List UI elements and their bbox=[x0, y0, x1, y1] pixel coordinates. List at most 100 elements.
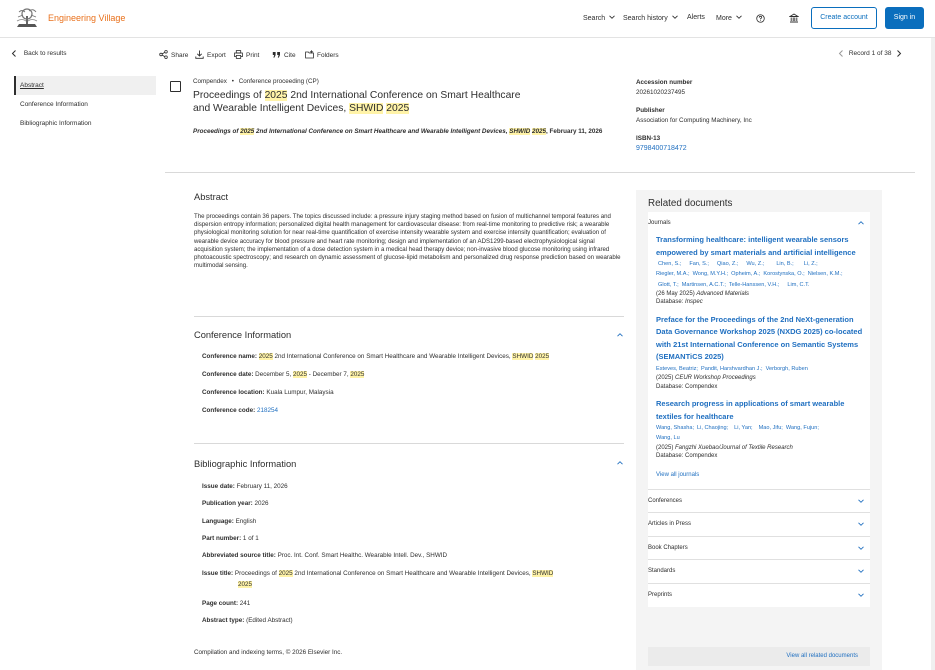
author-link[interactable]: Wang, Shasha; bbox=[656, 425, 694, 431]
record-title: Proceedings of 2025 2nd International Co… bbox=[193, 89, 523, 115]
field-indent bbox=[202, 581, 238, 588]
abstract-type-label: Abstract type: bbox=[202, 617, 245, 624]
author-link[interactable]: Verborgh, Ruben bbox=[766, 366, 808, 372]
accordion-label: Book Chapters bbox=[648, 544, 688, 551]
author-link[interactable]: Glott, T.; bbox=[658, 282, 679, 288]
related-document-title[interactable]: Preface for the Proceedings of the 2nd N… bbox=[656, 314, 864, 364]
nav-alerts[interactable]: Alerts bbox=[687, 14, 705, 21]
section-divider bbox=[194, 316, 624, 317]
accordion-preprints[interactable]: Preprints bbox=[648, 584, 870, 608]
share-label: Share bbox=[171, 52, 189, 59]
brand-name[interactable]: Engineering Village bbox=[48, 13, 125, 23]
chevron-right-icon[interactable] bbox=[896, 50, 902, 57]
author-link[interactable]: Li, Chaojing; bbox=[697, 425, 728, 431]
author-link[interactable]: Chen, S.; bbox=[658, 261, 681, 267]
author-link[interactable]: Wu, Z.; bbox=[746, 261, 764, 267]
page-count: Page count: 241 bbox=[202, 598, 622, 609]
related-document-title[interactable]: Research progress in applications of sma… bbox=[656, 398, 864, 423]
chevron-up-icon[interactable] bbox=[617, 332, 623, 338]
author-link[interactable]: Opheim, A.; bbox=[731, 271, 760, 277]
title-highlight: 2025 bbox=[264, 90, 288, 101]
chevron-up-icon[interactable] bbox=[617, 460, 623, 466]
view-all-journals-link[interactable]: View all journals bbox=[648, 468, 870, 490]
language: Language: English bbox=[202, 516, 622, 527]
author-link[interactable]: Li, Yan; bbox=[734, 425, 752, 431]
conference-code-link[interactable]: 218254 bbox=[257, 407, 278, 414]
create-account-button[interactable]: Create account bbox=[811, 7, 877, 29]
section-nav-bibliographic-information[interactable]: Bibliographic Information bbox=[14, 114, 156, 133]
nav-search[interactable]: Search bbox=[583, 14, 615, 22]
author-link[interactable]: Wang, Fujun; bbox=[786, 425, 819, 431]
download-icon bbox=[195, 50, 204, 59]
chevron-down-icon bbox=[858, 522, 864, 527]
accordion-book-chapters[interactable]: Book Chapters bbox=[648, 537, 870, 561]
author-link[interactable]: Qiao, Z.; bbox=[717, 261, 738, 267]
section-nav-conference-information[interactable]: Conference Information bbox=[14, 95, 156, 114]
related-document-title[interactable]: Transforming healthcare: intelligent wea… bbox=[656, 234, 864, 259]
folders-button[interactable]: Folders bbox=[305, 50, 339, 59]
author-link[interactable]: Riegler, M.A.; bbox=[656, 271, 690, 277]
help-icon[interactable] bbox=[756, 14, 765, 23]
author-link[interactable]: Wang, Lu bbox=[656, 435, 680, 441]
chevron-left-icon[interactable] bbox=[838, 50, 844, 57]
author-link[interactable]: Telle-Hanssen, V.H.; bbox=[729, 282, 779, 288]
field-highlight: 2025 bbox=[238, 581, 253, 588]
print-button[interactable]: Print bbox=[234, 50, 259, 59]
title-text: Proceedings of bbox=[193, 90, 265, 101]
related-document-authors: Wang, Shasha; Li, Chaojing; Li, Yan; Mao, J… bbox=[656, 423, 864, 444]
author-link[interactable]: Mao, Jifu; bbox=[759, 425, 783, 431]
database-name: Compendex bbox=[193, 78, 227, 85]
accordion-conferences[interactable]: Conferences bbox=[648, 490, 870, 514]
bibliographic-heading: Bibliographic Information bbox=[194, 459, 297, 469]
sign-in-button[interactable]: Sign in bbox=[885, 7, 924, 29]
author-link[interactable]: Martinsen, A.C.T.; bbox=[682, 282, 726, 288]
record-type-line: Compendex • Conference proceeding (CP) bbox=[193, 78, 319, 85]
related-documents-heading: Related documents bbox=[648, 198, 733, 209]
record-source: Proceedings of 2025 2nd International Co… bbox=[193, 126, 633, 137]
view-all-related-documents-link[interactable]: View all related documents bbox=[648, 647, 870, 666]
print-label: Print bbox=[246, 52, 260, 59]
export-button[interactable]: Export bbox=[195, 50, 226, 59]
accession-label: Accession number bbox=[636, 79, 693, 86]
author-link[interactable]: Korostynska, O.; bbox=[763, 271, 804, 277]
author-link[interactable]: Lim, C.T. bbox=[787, 282, 809, 288]
conference-name: Conference name: 2025 2nd International … bbox=[202, 351, 622, 362]
related-documents-list: Journals Transforming healthcare: intell… bbox=[648, 212, 870, 608]
author-link[interactable]: Fan, S.; bbox=[689, 261, 709, 267]
author-link[interactable]: Nielsen, K.M.; bbox=[808, 271, 843, 277]
share-button[interactable]: Share bbox=[159, 50, 188, 59]
author-link[interactable]: Lin, B.; bbox=[776, 261, 793, 267]
accordion-articles-in-press[interactable]: Articles in Press bbox=[648, 513, 870, 537]
author-link[interactable]: Wong, M.Y.H.; bbox=[693, 271, 729, 277]
source-highlight: 2025 bbox=[532, 128, 547, 135]
section-nav-abstract[interactable]: Abstract bbox=[14, 76, 156, 95]
field-highlight: 2025 bbox=[278, 570, 293, 577]
nav-search-history[interactable]: Search history bbox=[623, 14, 678, 22]
chevron-down-icon bbox=[858, 593, 864, 597]
nav-more[interactable]: More bbox=[716, 14, 742, 22]
author-link[interactable]: Esteves, Beatriz; bbox=[656, 366, 698, 372]
journals-accordion-header[interactable]: Journals bbox=[648, 212, 870, 234]
page-scrollbar[interactable] bbox=[931, 38, 935, 670]
accordion-label: Conferences bbox=[648, 497, 683, 504]
author-link[interactable]: Li, Z.; bbox=[804, 261, 818, 267]
cite-button[interactable]: Cite bbox=[272, 50, 296, 59]
elsevier-logo-icon[interactable] bbox=[14, 7, 40, 29]
conference-code: Conference code: 218254 bbox=[202, 405, 622, 416]
nav-more-label: More bbox=[716, 15, 732, 22]
author-link[interactable]: Pandit, Harshvardhan J.; bbox=[701, 366, 763, 372]
header-divider bbox=[165, 172, 915, 173]
source-text: Proceedings of bbox=[193, 128, 241, 135]
abstract-type-value: (Edited Abstract) bbox=[244, 617, 293, 624]
back-to-results-link[interactable]: Back to results bbox=[11, 50, 66, 57]
abbreviated-source-title: Abbreviated source title: Proc. Int. Con… bbox=[202, 550, 622, 561]
institution-icon[interactable] bbox=[789, 13, 799, 23]
field-highlight: 2025 bbox=[258, 353, 273, 360]
abstract-type: Abstract type: (Edited Abstract) bbox=[202, 615, 622, 626]
conference-location-value: Kuala Lumpur, Malaysia bbox=[264, 389, 334, 396]
folder-plus-icon bbox=[305, 50, 314, 59]
isbn-link[interactable]: 9798400718472 bbox=[636, 144, 916, 154]
nav-search-history-label: Search history bbox=[623, 15, 668, 22]
select-record-checkbox[interactable] bbox=[170, 81, 181, 92]
accordion-standards[interactable]: Standards bbox=[648, 560, 870, 584]
